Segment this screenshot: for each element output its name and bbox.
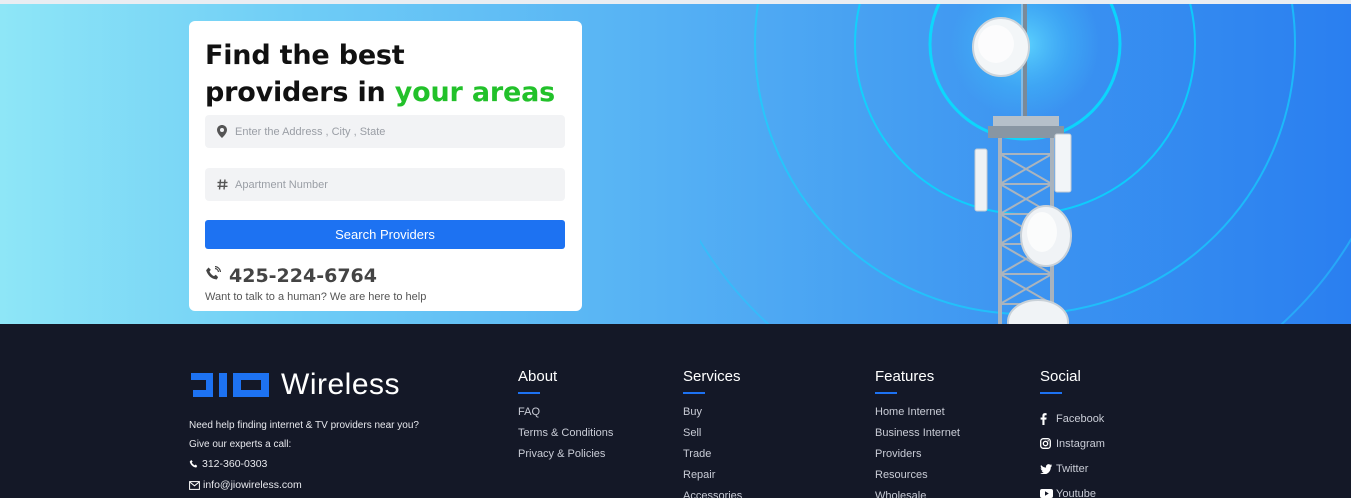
provider-search-card: Find the best providers in your areas Se… (189, 21, 582, 311)
youtube-icon (1040, 489, 1056, 498)
envelope-icon (189, 480, 200, 490)
footer-link-faq[interactable]: FAQ (518, 406, 613, 427)
twitter-icon (1040, 463, 1056, 474)
address-field[interactable] (205, 115, 565, 148)
social-link-instagram[interactable]: Instagram (1040, 431, 1105, 456)
social-label: Youtube (1056, 487, 1096, 498)
footer-phone-number[interactable]: 312-360-0303 (202, 458, 267, 470)
hero-heading-line2: providers in (205, 77, 395, 108)
hero-heading-accent: your areas (394, 77, 555, 108)
jio-logo-mark (191, 373, 269, 397)
address-input[interactable] (235, 125, 535, 138)
footer-link-buy[interactable]: Buy (683, 406, 742, 427)
phone-icon (189, 459, 198, 468)
cell-tower-illustration (700, 4, 1351, 324)
footer-link-wholesale[interactable]: Wholesale (875, 490, 960, 498)
apartment-field[interactable] (205, 168, 565, 201)
social-link-facebook[interactable]: Facebook (1040, 406, 1105, 431)
phone-icon (205, 265, 222, 286)
footer-email[interactable]: info@jiowireless.com (189, 479, 302, 491)
footer-link-home-internet[interactable]: Home Internet (875, 406, 960, 427)
hero-phone-subtext: Want to talk to a human? We are here to … (205, 291, 427, 303)
facebook-icon (1040, 412, 1056, 425)
footer-link-privacy[interactable]: Privacy & Policies (518, 448, 613, 469)
hero-heading-line1: Find the best (205, 40, 405, 71)
footer-phone[interactable]: 312-360-0303 (189, 458, 267, 470)
footer-link-accessories[interactable]: Accessories (683, 490, 742, 498)
hero-phone[interactable]: 425-224-6764 (205, 265, 377, 287)
footer-link-trade[interactable]: Trade (683, 448, 742, 469)
title-underline (518, 392, 540, 394)
hero-banner: Find the best providers in your areas Se… (0, 4, 1351, 324)
title-underline (875, 392, 897, 394)
title-underline (683, 392, 705, 394)
hash-icon (215, 178, 229, 192)
footer-email-address[interactable]: info@jiowireless.com (203, 479, 302, 491)
logo-wordmark: Wireless (281, 368, 401, 401)
location-pin-icon (215, 125, 229, 139)
footer-column-services: Services Buy Sell Trade Repair Accessori… (683, 368, 742, 498)
footer-column-about: About FAQ Terms & Conditions Privacy & P… (518, 368, 613, 469)
footer-link-sell[interactable]: Sell (683, 427, 742, 448)
jio-wireless-logo[interactable]: Wireless (189, 368, 400, 402)
footer-link-business-internet[interactable]: Business Internet (875, 427, 960, 448)
social-label: Facebook (1056, 412, 1105, 425)
footer-column-social: Social Facebook Instagram Twitter Youtub… (1040, 368, 1105, 498)
footer-link-repair[interactable]: Repair (683, 469, 742, 490)
search-providers-button[interactable]: Search Providers (205, 220, 565, 249)
hero-heading: Find the best providers in your areas (205, 37, 566, 111)
site-footer: Wireless Need help finding internet & TV… (0, 324, 1351, 498)
footer-column-title: Features (875, 368, 935, 385)
footer-column-title: Services (683, 368, 741, 385)
footer-column-title: About (518, 368, 558, 385)
footer-column-features: Features Home Internet Business Internet… (875, 368, 960, 498)
social-link-youtube[interactable]: Youtube (1040, 481, 1105, 498)
footer-link-terms[interactable]: Terms & Conditions (518, 427, 613, 448)
footer-link-providers[interactable]: Providers (875, 448, 960, 469)
social-label: Instagram (1056, 437, 1105, 450)
instagram-icon (1040, 438, 1056, 449)
social-link-twitter[interactable]: Twitter (1040, 456, 1105, 481)
apartment-input[interactable] (235, 178, 535, 191)
footer-column-title: Social (1040, 368, 1081, 385)
footer-link-resources[interactable]: Resources (875, 469, 960, 490)
title-underline (1040, 392, 1062, 394)
social-label: Twitter (1056, 462, 1089, 475)
hero-phone-number[interactable]: 425-224-6764 (229, 265, 377, 287)
footer-description: Need help finding internet & TV provider… (189, 420, 419, 450)
